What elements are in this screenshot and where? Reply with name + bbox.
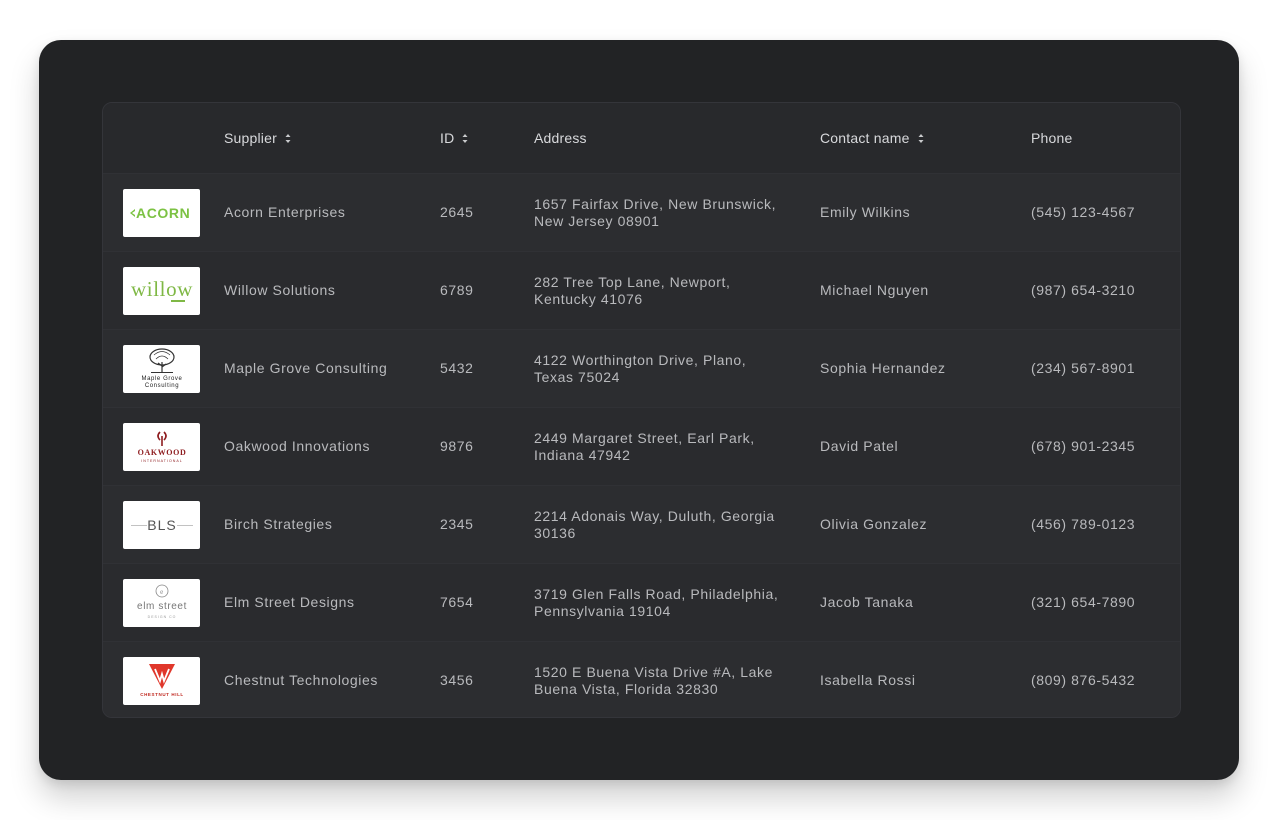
- oakwood-logo: OAKWOOD INTERNATIONAL: [123, 422, 200, 471]
- phone-number: (321) 654-7890: [1031, 594, 1136, 610]
- svg-text:OAKWOOD: OAKWOOD: [137, 448, 186, 457]
- logo-cell: Maple Grove Consulting: [123, 330, 200, 407]
- chestnut-hill-logo: CHESTNUT HILL: [123, 656, 200, 705]
- maple-grove-logo: Maple Grove Consulting: [123, 344, 200, 393]
- supplier-id: 3456: [440, 672, 474, 688]
- supplier-name: Birch Strategies: [224, 516, 333, 532]
- supplier-address: 2449 Margaret Street, Earl Park, Indiana…: [534, 429, 755, 463]
- logo-cell: e elm street DESIGN CO: [123, 564, 200, 641]
- sort-icon[interactable]: [284, 133, 292, 144]
- svg-text:Consulting: Consulting: [144, 383, 178, 389]
- sort-icon[interactable]: [461, 133, 469, 144]
- svg-text:e: e: [160, 588, 164, 596]
- phone-number: (456) 789-0123: [1031, 516, 1136, 532]
- svg-text:CHESTNUT HILL: CHESTNUT HILL: [140, 692, 184, 697]
- table-header: Supplier ID Address Contact name Phone: [103, 103, 1180, 173]
- phone-number: (545) 123-4567: [1031, 204, 1136, 220]
- sort-icon[interactable]: [917, 133, 925, 144]
- column-header-contact[interactable]: Contact name: [820, 103, 925, 173]
- suppliers-table: Supplier ID Address Contact name Phone A…: [102, 102, 1181, 718]
- phone-number: (234) 567-8901: [1031, 360, 1136, 376]
- supplier-id: 5432: [440, 360, 474, 376]
- column-header-label: Address: [534, 130, 587, 146]
- svg-text:willow: willow: [131, 277, 193, 301]
- table-row[interactable]: OAKWOOD INTERNATIONAL Oakwood Innovation…: [103, 407, 1180, 485]
- svg-text:Maple Grove: Maple Grove: [141, 376, 182, 382]
- svg-text:DESIGN CO: DESIGN CO: [147, 615, 176, 619]
- column-header-supplier[interactable]: Supplier: [224, 103, 292, 173]
- logo-cell: OAKWOOD INTERNATIONAL: [123, 408, 200, 485]
- table-row[interactable]: willow Willow Solutions 6789 282 Tree To…: [103, 251, 1180, 329]
- table-row[interactable]: Maple Grove Consulting Maple Grove Consu…: [103, 329, 1180, 407]
- column-header-phone: Phone: [1031, 103, 1072, 173]
- acorn-logo: ACORN: [123, 188, 200, 237]
- contact-name: Emily Wilkins: [820, 204, 911, 220]
- supplier-address: 1520 E Buena Vista Drive #A, Lake Buena …: [534, 663, 774, 697]
- supplier-id: 2345: [440, 516, 474, 532]
- supplier-name: Chestnut Technologies: [224, 672, 378, 688]
- supplier-name: Oakwood Innovations: [224, 438, 371, 454]
- contact-name: David Patel: [820, 438, 899, 454]
- supplier-id: 9876: [440, 438, 474, 454]
- supplier-address: 1657 Fairfax Drive, New Brunswick, New J…: [534, 195, 777, 229]
- supplier-name: Maple Grove Consulting: [224, 360, 388, 376]
- contact-name: Olivia Gonzalez: [820, 516, 928, 532]
- svg-text:ACORN: ACORN: [136, 205, 190, 221]
- supplier-name: Acorn Enterprises: [224, 204, 346, 220]
- app-window: Supplier ID Address Contact name Phone A…: [39, 40, 1239, 780]
- logo-cell: ACORN: [123, 174, 200, 251]
- logo-cell: willow: [123, 252, 200, 329]
- supplier-name: Elm Street Designs: [224, 594, 355, 610]
- supplier-id: 7654: [440, 594, 474, 610]
- logo-cell: BLS: [123, 486, 200, 563]
- supplier-id: 2645: [440, 204, 474, 220]
- column-header-address: Address: [534, 103, 587, 173]
- supplier-name: Willow Solutions: [224, 282, 336, 298]
- phone-number: (809) 876-5432: [1031, 672, 1136, 688]
- logo-cell: CHESTNUT HILL: [123, 642, 200, 717]
- svg-text:INTERNATIONAL: INTERNATIONAL: [141, 459, 183, 463]
- table-row[interactable]: ACORN Acorn Enterprises 2645 1657 Fairfa…: [103, 173, 1180, 251]
- contact-name: Isabella Rossi: [820, 672, 916, 688]
- bls-logo: BLS: [123, 500, 200, 549]
- contact-name: Michael Nguyen: [820, 282, 929, 298]
- contact-name: Sophia Hernandez: [820, 360, 946, 376]
- table-row[interactable]: CHESTNUT HILL Chestnut Technologies 3456…: [103, 641, 1180, 717]
- table-row[interactable]: e elm street DESIGN CO Elm Street Design…: [103, 563, 1180, 641]
- svg-text:BLS: BLS: [147, 517, 176, 533]
- supplier-id: 6789: [440, 282, 474, 298]
- column-header-label: Phone: [1031, 130, 1073, 146]
- phone-number: (678) 901-2345: [1031, 438, 1136, 454]
- contact-name: Jacob Tanaka: [820, 594, 914, 610]
- elm-street-logo: e elm street DESIGN CO: [123, 578, 200, 627]
- willow-logo: willow: [123, 266, 200, 315]
- svg-text:elm street: elm street: [137, 601, 187, 612]
- phone-number: (987) 654-3210: [1031, 282, 1136, 298]
- supplier-address: 2214 Adonais Way, Duluth, Georgia 30136: [534, 507, 775, 541]
- supplier-address: 282 Tree Top Lane, Newport, Kentucky 410…: [534, 273, 731, 307]
- table-body: ACORN Acorn Enterprises 2645 1657 Fairfa…: [103, 173, 1180, 717]
- column-header-label: Supplier: [224, 130, 277, 146]
- column-header-label: ID: [440, 130, 455, 146]
- column-header-label: Contact name: [820, 130, 910, 146]
- column-header-id[interactable]: ID: [440, 103, 469, 173]
- table-row[interactable]: BLS Birch Strategies 2345 2214 Adonais W…: [103, 485, 1180, 563]
- supplier-address: 3719 Glen Falls Road, Philadelphia, Penn…: [534, 585, 779, 619]
- supplier-address: 4122 Worthington Drive, Plano, Texas 750…: [534, 351, 747, 385]
